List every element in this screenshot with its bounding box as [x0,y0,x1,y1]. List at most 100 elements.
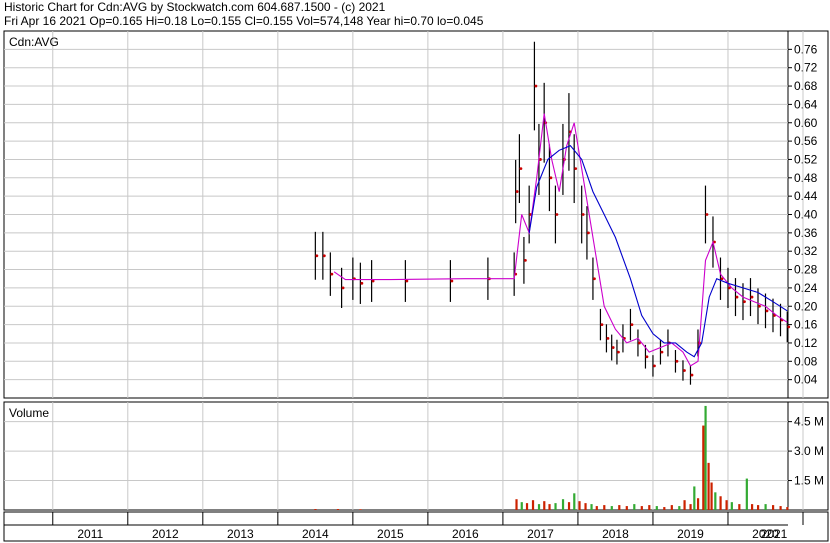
volume-bar [520,502,523,510]
close-dot [405,279,409,283]
close-dot [593,277,596,281]
close-dot [660,350,664,354]
volume-bar [537,504,541,510]
volume-bar [696,498,700,510]
year-label: 2013 [227,527,254,541]
volume-bar [584,503,587,510]
volume-bar [750,504,754,510]
close-dot [690,373,694,377]
price-panel-title: Cdn:AVG [9,35,59,49]
volume-bar [640,506,643,510]
volume-bar [573,493,576,510]
volume-bar [779,506,782,510]
stock-chart: 0.04 0.08 0.12 0.16 0.20 0.24 0.28 0.32 0.36 0.40… [3,30,829,542]
year-label: 2016 [452,527,479,541]
volume-bar [704,405,707,510]
volume-bar [710,482,713,510]
volume-bar [633,504,636,510]
price-tick-label: 0.72 [794,61,818,75]
volume-tick-label: 1.5 M [794,474,824,488]
close-dot [555,213,559,216]
close-dot [653,364,656,368]
volume-bar [771,505,775,510]
price-tick-label: 0.48 [794,171,818,185]
price-tick-label: 0.76 [794,42,818,56]
volume-bar [548,504,551,510]
volume-bar [525,503,529,510]
volume-bar [719,496,722,510]
volume-bar [689,504,692,510]
year-axis: 2011 2012 2013 2014 2015 2016 2017 2018 2019 2020… [3,511,829,542]
year-label: 2014 [302,527,329,541]
volume-bar [738,504,741,510]
close-dot [360,281,364,285]
close-dot [330,272,334,276]
price-tick-label: 0.36 [794,226,818,240]
close-dot [581,213,585,216]
volume-bar [567,502,571,510]
close-dot [743,300,746,304]
volume-bar [702,425,705,510]
volume-tick-label: 3.0 M [794,444,824,458]
price-panel: 0.04 0.08 0.12 0.16 0.20 0.24 0.28 0.32 0.36 0.40… [3,30,829,399]
close-dot [574,167,578,171]
close-dot [758,304,761,308]
volume-bar [725,500,728,510]
price-tick-label: 0.24 [794,281,818,295]
volume-bar [610,506,613,510]
close-dot [524,258,527,262]
price-tick-label: 0.60 [794,116,818,130]
year-label: 2021 [761,527,788,541]
close-dot [787,325,791,329]
price-tick-label: 0.04 [794,373,818,387]
price-tick-label: 0.08 [794,354,818,368]
volume-bar [359,509,362,510]
price-tick-label: 0.28 [794,263,818,277]
volume-bar [595,506,598,510]
volume-bar [756,505,760,510]
price-tick-label: 0.32 [794,244,818,258]
price-tick-label: 0.16 [794,318,818,332]
price-tick-label: 0.12 [794,336,818,350]
close-dot [645,355,649,359]
volume-bar [554,503,557,510]
volume-bar [764,504,767,510]
year-label: 2015 [377,527,404,541]
close-dot [549,176,553,180]
volume-bar [618,505,621,510]
volume-bar [590,504,593,510]
close-dot [519,167,523,171]
volume-bar [730,502,733,510]
close-dot [705,213,709,216]
volume-bar [531,500,535,510]
volume-bar [714,492,717,510]
close-dot [611,346,615,349]
price-tick-label: 0.40 [794,208,818,222]
volume-bar [561,499,565,510]
close-dot [534,84,538,88]
volume-bar [625,506,628,510]
price-tick-label: 0.20 [794,299,818,313]
close-dot [341,286,345,290]
close-dot [630,323,634,326]
year-label: 2019 [677,527,704,541]
volume-bar [670,505,673,510]
close-dot [750,295,754,299]
volume-panel-title: Volume [9,406,49,420]
volume-bar [678,506,681,510]
price-tick-label: 0.64 [794,97,818,111]
volume-bar [543,501,546,510]
close-dot [322,254,326,258]
volume-bar [515,499,518,510]
close-dot [683,369,686,372]
close-dot [735,295,739,299]
volume-tick-label: 4.5 M [794,415,824,429]
volume-bar [648,505,651,510]
close-dot [606,336,610,340]
volume-panel: 1.5 M 3.0 M 4.5 M Volume [3,401,829,511]
volume-bar [786,507,789,510]
volume-bar [314,509,317,510]
year-label: 2011 [77,527,103,541]
close-dot [675,359,679,363]
volume-bar [683,500,686,510]
